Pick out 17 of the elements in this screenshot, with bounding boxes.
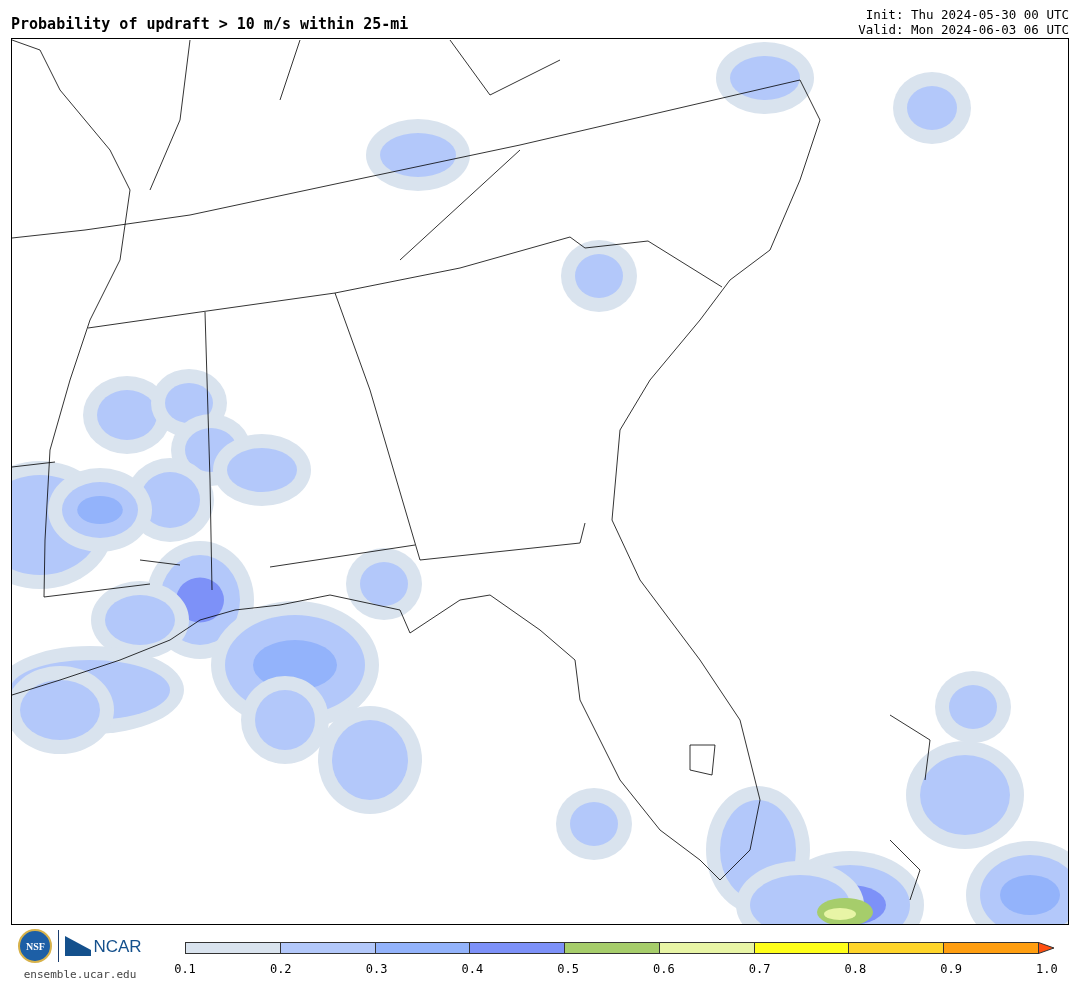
site-url: ensemble.ucar.edu [23,967,137,983]
nsf-logo: NSF [18,929,53,963]
colorbar-tick-label: 0.3 [364,961,389,978]
colorbar-tick-label: 0.8 [843,961,868,978]
colorbar-tick-label: 0.2 [268,961,293,978]
valid-time: Valid: Mon 2024-06-03 06 UTC [858,22,1069,37]
colorbar-tick-label: 0.9 [939,961,963,978]
colorbar-tick-label: 0.4 [460,961,485,978]
colorbar-tick-label: 0.7 [747,961,772,978]
map-title: Probability of updraft > 10 m/s within 25-mi [11,17,409,32]
init-time: Init: Thu 2024-05-30 00 UTC [865,7,1069,22]
colorbar-tick-label: 0.6 [652,961,676,978]
colorbar-tick-label: 1.0 [1035,961,1059,978]
colorbar-tick-label: 0.1 [173,961,197,978]
ncar-mark-icon [65,936,92,956]
ncar-logo: NCAR [93,937,142,955]
colorbar-tick-label: 0.5 [556,961,580,978]
